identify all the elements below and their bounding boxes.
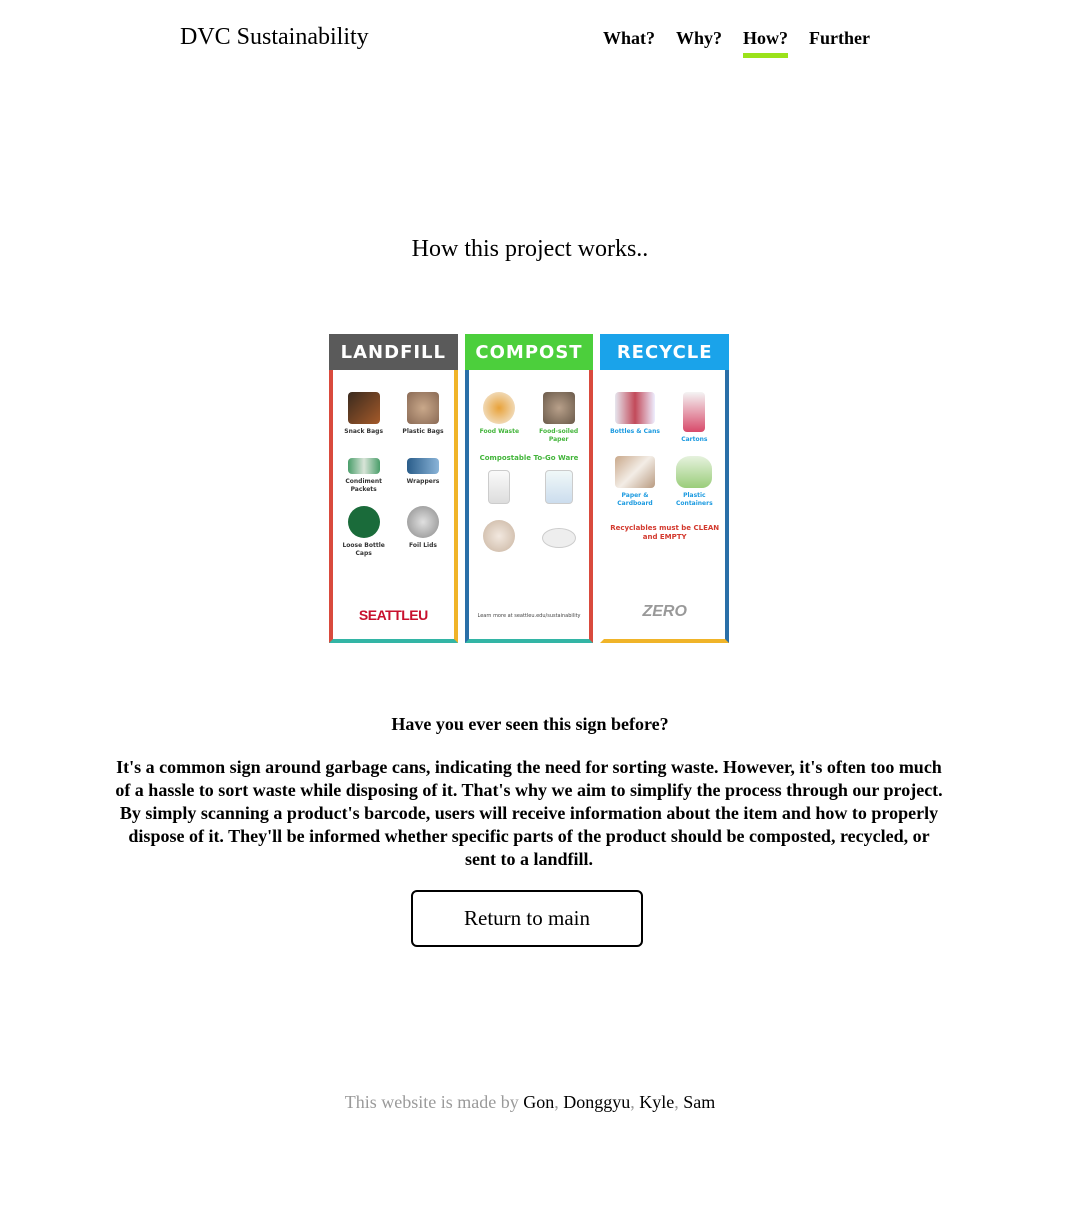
compost-ware-item [473,470,526,508]
recycle-item: Cartons [668,392,721,444]
compost-item: Food-soiled Paper [532,392,585,444]
author-link-donggyu[interactable]: Donggyu [563,1092,630,1112]
item-caption: Wrappers [406,478,440,485]
carton-icon [683,392,706,432]
condiment-packet-icon [347,458,380,474]
footer-credits: This website is made by Gon, Donggyu, Ky… [0,1092,1060,1113]
item-caption: Foil Lids [409,542,437,549]
bowl-icon [541,528,576,548]
author-link-kyle[interactable]: Kyle [639,1092,674,1112]
landfill-item: Loose Bottle Caps [337,506,390,558]
compost-ware [473,470,586,556]
footer-separator: , [630,1092,640,1112]
question-heading: Have you ever seen this sign before? [391,714,669,734]
recycle-items: Bottles & Cans Cartons Paper & Cardboard… [608,392,721,508]
author-link-gon[interactable]: Gon [523,1092,554,1112]
item-caption: Paper & Cardboard [617,492,653,507]
plastic-bag-icon [407,392,439,424]
nav-link-how[interactable]: How? [743,28,789,58]
paper-cup-icon [488,470,511,504]
project-description: It's a common sign around garbage cans, … [115,757,943,869]
clear-cup-icon [544,470,573,504]
compost-subheading: Compostable To-Go Ware [479,454,579,462]
return-to-main-button[interactable]: Return to main [411,890,643,947]
item-caption: Plastic Containers [676,492,713,507]
footer-prefix: This website is made by [344,1092,524,1112]
paper-cardboard-icon [615,456,655,488]
item-caption: Snack Bags [344,428,384,435]
compost-panel: COMPOST Food Waste Food-soiled Paper Com… [464,334,594,643]
item-caption: Food Waste [479,428,520,435]
landfill-item: Wrappers [396,448,449,494]
landfill-title: LANDFILL [329,334,458,370]
site-brand[interactable]: DVC Sustainability [180,24,369,51]
recycle-item: Bottles & Cans [608,392,661,444]
compost-title: COMPOST [464,334,594,370]
landfill-item: Snack Bags [337,392,390,436]
recycle-panel: RECYCLE Bottles & Cans Cartons Paper & C… [600,334,730,643]
compost-items: Food Waste Food-soiled Paper [473,392,586,444]
nav-link-further[interactable]: Further [809,28,870,58]
page-heading: How this project works.. [411,236,649,262]
landfill-items: Snack Bags Plastic Bags Condiment Packet… [337,392,450,558]
nav-link-why[interactable]: Why? [676,28,722,58]
plate-icon [483,520,516,552]
item-caption: Bottles & Cans [610,428,660,435]
bottles-cans-icon [615,392,655,424]
compost-ware-item [532,470,585,508]
compost-ware-item [473,520,526,556]
recycle-body: Bottles & Cans Cartons Paper & Cardboard… [600,370,730,643]
recycle-item: Plastic Containers [668,456,721,508]
soiled-paper-icon [542,392,575,424]
landfill-item: Condiment Packets [337,448,390,494]
item-caption: Loose Bottle Caps [342,542,385,557]
bottle-cap-icon [347,506,380,538]
compost-ware-item [532,520,585,556]
recycle-title: RECYCLE [600,334,730,370]
landfill-panel: LANDFILL Snack Bags Plastic Bags Condime… [329,334,458,643]
zero-waste-logo: ZERO [642,603,687,620]
compost-body: Food Waste Food-soiled Paper Compostable… [464,370,594,643]
seattleu-logo: SEATTLEU [358,607,428,623]
nav-link-what[interactable]: What? [603,28,655,58]
author-link-sam[interactable]: Sam [683,1092,715,1112]
recycle-item: Paper & Cardboard [608,456,661,508]
landfill-body: Snack Bags Plastic Bags Condiment Packet… [329,370,458,643]
compost-learn-more: Learn more at seattleu.edu/sustainabilit… [477,613,581,619]
snack-bag-icon [347,392,380,424]
landfill-item: Plastic Bags [396,392,449,436]
foil-lid-icon [407,506,439,538]
item-caption: Condiment Packets [345,478,382,493]
item-caption: Food-soiled Paper [539,428,579,443]
main-nav: What? Why? How? Further [603,28,870,58]
footer-separator: , [674,1092,684,1112]
wrapper-icon [407,458,439,474]
food-waste-icon [483,392,516,424]
compost-item: Food Waste [473,392,526,444]
waste-sorting-sign-image: LANDFILL Snack Bags Plastic Bags Condime… [329,334,730,643]
item-caption: Plastic Bags [402,428,444,435]
landfill-item: Foil Lids [396,506,449,558]
item-caption: Cartons [681,436,708,443]
plastic-container-icon [676,456,713,488]
recycle-note: Recyclables must be CLEAN and EMPTY [610,524,720,541]
footer-separator: , [554,1092,564,1112]
